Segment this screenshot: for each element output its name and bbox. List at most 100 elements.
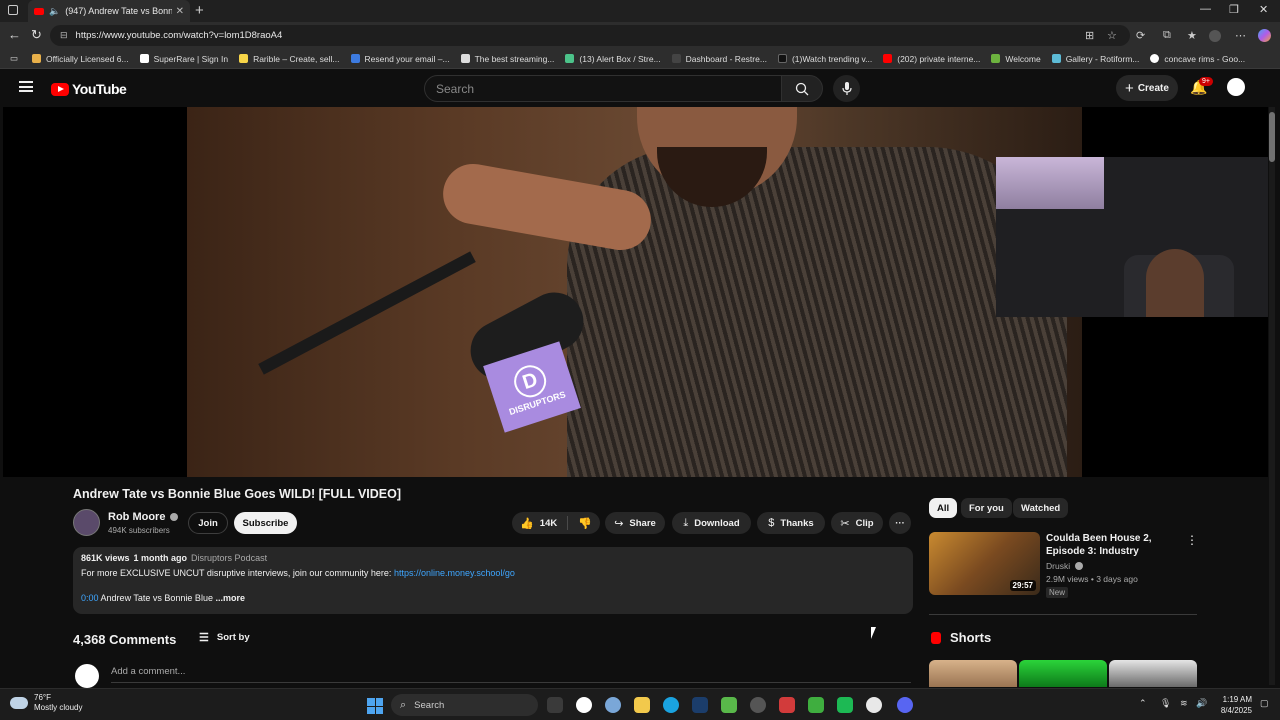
task-view-icon[interactable] [547, 697, 563, 713]
search-input[interactable]: Search [424, 75, 782, 102]
account-avatar[interactable] [1227, 78, 1245, 96]
steam-app-icon[interactable] [692, 697, 708, 713]
channel-avatar[interactable] [73, 509, 100, 536]
speaker-icon[interactable]: 🔈 [49, 6, 60, 17]
recommended-thumbnail[interactable]: 29:57 [929, 532, 1040, 595]
voice-search-button[interactable] [833, 75, 860, 102]
recommended-title[interactable]: Coulda Been House 2, Episode 3: Industry [1046, 532, 1181, 558]
settings-app-icon[interactable] [605, 697, 621, 713]
short-thumbnail[interactable] [1109, 660, 1197, 687]
bookmark-item[interactable]: (13) Alert Box / Stre... [565, 54, 661, 64]
chrome-app-icon[interactable] [576, 697, 592, 713]
site-info-icon[interactable]: ⊟ [60, 30, 68, 41]
maximize-icon[interactable]: ❐ [1229, 3, 1239, 16]
chip-watched[interactable]: Watched [1013, 498, 1069, 518]
thanks-button[interactable]: $ Thanks [757, 512, 825, 534]
bookmarks-bar: ▭ Officially Licensed 6... SuperRare | S… [0, 49, 1280, 69]
join-button[interactable]: Join [188, 512, 228, 534]
weather-widget[interactable]: 76°F Mostly cloudy [10, 693, 82, 713]
clip-button[interactable]: ✂ Clip [831, 512, 883, 534]
bookmark-item[interactable]: Officially Licensed 6... [32, 54, 129, 64]
like-icon[interactable]: 👍 [520, 517, 534, 530]
back-icon[interactable]: ← [8, 27, 21, 42]
bookmark-item[interactable]: Gallery - Rotiform... [1051, 54, 1139, 64]
start-button[interactable] [367, 698, 383, 714]
menu-icon[interactable] [19, 81, 33, 92]
bookmark-item[interactable]: Resend your email –... [350, 54, 450, 64]
system-clock[interactable]: 1:19 AM 8/4/2025 [1206, 694, 1252, 716]
recommended-more-icon[interactable]: ⋮ [1186, 533, 1198, 547]
create-button[interactable]: + Create [1116, 75, 1178, 101]
download-button[interactable]: ⤓ Download [672, 512, 751, 534]
discord-app-icon[interactable] [897, 697, 913, 713]
description-tag[interactable]: Disruptors Podcast [191, 553, 267, 563]
new-tab-button[interactable]: + [195, 2, 204, 19]
tab-actions-icon[interactable] [8, 5, 18, 15]
subscribe-button[interactable]: Subscribe [234, 512, 297, 534]
extensions-icon[interactable]: ⟳ [1136, 29, 1145, 42]
add-comment-input[interactable]: Add a comment... [111, 666, 911, 683]
video-frame[interactable]: D DISRUPTORS [187, 107, 1082, 477]
short-thumbnail[interactable] [1019, 660, 1107, 687]
reload-icon[interactable]: ↻ [31, 27, 42, 43]
bookmark-item[interactable]: The best streaming... [460, 54, 554, 64]
url-bar[interactable]: ⊟ https://www.youtube.com/watch?v=lom1D8… [50, 25, 1130, 46]
recommended-channel[interactable]: Druski [1046, 561, 1070, 571]
tray-overflow-icon[interactable]: ⌃ [1139, 698, 1147, 709]
scrollbar-thumb[interactable] [1269, 112, 1275, 162]
sort-comments-button[interactable]: ☰ Sort by [199, 631, 250, 644]
bookmark-favicon-icon [1051, 54, 1061, 63]
copilot-icon[interactable] [1258, 29, 1271, 42]
short-thumbnail[interactable] [929, 660, 1017, 687]
page-scrollbar[interactable] [1269, 107, 1275, 685]
notifications-tray-icon[interactable]: ▢ [1260, 698, 1269, 709]
description-box[interactable]: 861K views 1 month ago Disruptors Podcast … [73, 547, 913, 614]
share-button[interactable]: ↪ Share [605, 512, 665, 534]
taskbar-search[interactable]: ⌕ Search [391, 694, 538, 716]
sort-label: Sort by [216, 632, 250, 643]
microphone-tray-icon[interactable]: 🎙 [1160, 698, 1171, 709]
bookmark-item[interactable]: (1)Watch trending v... [777, 54, 872, 64]
minimize-icon[interactable]: — [1200, 3, 1211, 15]
dislike-icon[interactable]: 👎 [578, 517, 592, 530]
chip-for-you[interactable]: For you [961, 498, 1012, 518]
favorite-star-icon[interactable]: ☆ [1107, 29, 1117, 42]
bookmark-item[interactable]: Welcome [991, 54, 1041, 64]
bookmark-item[interactable]: Rarible – Create, sell... [239, 54, 340, 64]
chip-all[interactable]: All [929, 498, 958, 518]
profile-icon[interactable] [1209, 30, 1221, 42]
video-editor-icon[interactable] [779, 697, 795, 713]
chrome-profile-icon[interactable] [866, 697, 882, 713]
chapter-timestamp[interactable]: 0:00 [81, 593, 99, 603]
browser-tab-youtube[interactable]: 🔈 (947) Andrew Tate vs Bonnie ✕ [28, 0, 190, 22]
close-tab-icon[interactable]: ✕ [176, 6, 184, 17]
show-more-link[interactable]: ...more [215, 593, 245, 603]
youtube-logo[interactable]: YouTube [51, 81, 127, 97]
bookmark-item[interactable]: SuperRare | Sign In [139, 54, 228, 64]
spotify-app-icon[interactable] [837, 697, 853, 713]
green-app-icon[interactable] [808, 697, 824, 713]
recommended-channel-row[interactable]: Druski [1046, 561, 1084, 571]
reading-view-icon[interactable]: ▭ [10, 53, 18, 64]
more-actions-button[interactable]: ··· [889, 512, 911, 534]
description-link[interactable]: https://online.money.school/go [394, 568, 515, 578]
bookmark-item[interactable]: (202) private interne... [883, 54, 980, 64]
app-available-icon[interactable]: ⊞ [1085, 29, 1094, 42]
channel-name-row[interactable]: Rob Moore [108, 511, 179, 523]
search-button[interactable] [781, 75, 823, 102]
bookmark-item[interactable]: Dashboard - Restre... [671, 54, 767, 64]
file-explorer-icon[interactable] [634, 697, 650, 713]
plus-icon: + [1125, 79, 1134, 97]
edge-app-icon[interactable] [663, 697, 679, 713]
settings-more-icon[interactable]: ⋯ [1235, 29, 1246, 42]
android-app-icon[interactable] [721, 697, 737, 713]
bookmark-item[interactable]: concave rims - Goo... [1150, 54, 1245, 64]
close-window-icon[interactable]: ✕ [1259, 3, 1268, 16]
github-app-icon[interactable] [750, 697, 766, 713]
split-screen-icon[interactable]: ⧉ [1163, 29, 1171, 42]
video-player[interactable]: D DISRUPTORS [3, 107, 1268, 477]
favorites-icon[interactable]: ★ [1187, 29, 1197, 42]
channel-name[interactable]: Rob Moore [108, 511, 165, 523]
wifi-icon[interactable]: ≋ [1180, 698, 1188, 709]
like-count[interactable]: 14K [540, 518, 557, 529]
